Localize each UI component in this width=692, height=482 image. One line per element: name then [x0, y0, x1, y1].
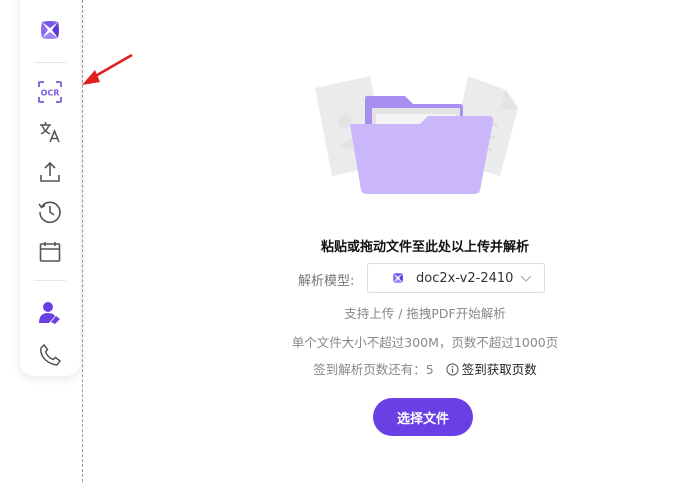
upload-hint: 支持上传 / 拖拽PDF开始解析: [344, 306, 506, 321]
folder-illustration-icon: [315, 76, 518, 194]
upload-drop-zone[interactable]: 粘贴或拖动文件至此处以上传并解析 解析模型: doc2x-v2-2410 支持上…: [0, 0, 692, 482]
limits-hint: 单个文件大小不超过300M，页数不超过1000页: [291, 335, 559, 350]
model-logo-icon: [392, 272, 404, 284]
chevron-down-icon: [520, 271, 532, 290]
quota-text: 签到解析页数还有：5: [313, 362, 434, 377]
checkin-link[interactable]: 签到获取页数: [462, 362, 537, 377]
model-label: 解析模型:: [298, 274, 355, 289]
model-select[interactable]: doc2x-v2-2410: [367, 263, 545, 293]
info-icon: [446, 363, 459, 379]
select-file-button[interactable]: 选择文件: [373, 398, 473, 436]
quota-row: 签到解析页数还有：5 签到获取页数: [240, 359, 610, 379]
model-select-value: doc2x-v2-2410: [416, 270, 514, 286]
drop-zone-title: 粘贴或拖动文件至此处以上传并解析: [320, 240, 529, 255]
